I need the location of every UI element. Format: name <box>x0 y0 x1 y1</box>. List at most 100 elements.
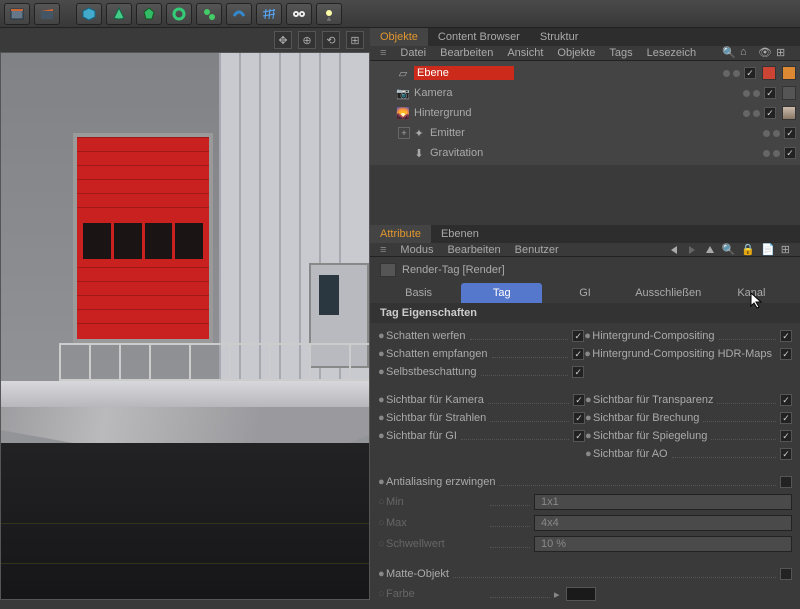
gears-icon[interactable] <box>196 3 222 25</box>
object-row-gravitation[interactable]: ⬇ Gravitation <box>370 143 800 163</box>
subtab-gi[interactable]: GI <box>544 283 625 303</box>
object-name[interactable]: Ebene <box>414 66 514 80</box>
menu-bearbeiten[interactable]: Bearbeiten <box>440 47 493 59</box>
vp-layout-icon[interactable]: ⊞ <box>346 31 364 49</box>
object-name[interactable]: Emitter <box>430 127 530 139</box>
poly-icon[interactable] <box>136 3 162 25</box>
object-name[interactable]: Kamera <box>414 87 514 99</box>
emitter-icon: ✦ <box>412 126 426 140</box>
obj-enable[interactable] <box>784 127 796 139</box>
tag-tgt[interactable] <box>782 86 796 100</box>
search-icon2[interactable]: 🔍 <box>722 243 736 256</box>
checkbox-vis-r-1[interactable] <box>780 412 792 424</box>
checkbox-shadow-2[interactable] <box>572 366 584 378</box>
light-icon[interactable] <box>316 3 342 25</box>
eye-icon[interactable]: 👁 <box>758 46 772 60</box>
checkbox-bgcomp-1[interactable] <box>780 348 792 360</box>
checkbox-shadow-0[interactable] <box>572 330 584 342</box>
cone-icon[interactable] <box>106 3 132 25</box>
menu-tags[interactable]: Tags <box>609 47 632 59</box>
obj-enable[interactable] <box>764 87 776 99</box>
checkbox-vis-l-2[interactable] <box>573 430 585 442</box>
subtab-ausschliessen[interactable]: Ausschließen <box>628 283 709 303</box>
new-icon[interactable]: 📄 <box>761 243 775 256</box>
attribute-header: Render-Tag [Render] <box>370 257 800 283</box>
object-name[interactable]: Gravitation <box>430 147 530 159</box>
nav-fwd-icon[interactable] <box>686 244 698 256</box>
checkbox-bgcomp-0[interactable] <box>780 330 792 342</box>
subtab-tag[interactable]: Tag <box>461 283 542 303</box>
eyes-icon[interactable] <box>286 3 312 25</box>
home-icon[interactable]: ⌂ <box>740 46 754 60</box>
expand-icon2[interactable]: ⊞ <box>781 243 790 256</box>
checkbox-vis-r-2[interactable] <box>780 430 792 442</box>
object-list: ▱Ebene 📷 Kamera 🌄 Hintergrund +✦ Emitter ⬇ Gravi… <box>370 61 800 165</box>
color-swatch[interactable] <box>566 587 596 601</box>
obj-enable[interactable] <box>764 107 776 119</box>
subtab-basis[interactable]: Basis <box>378 283 459 303</box>
object-row-hintergrund[interactable]: 🌄 Hintergrund <box>370 103 800 123</box>
attribute-title: Render-Tag [Render] <box>402 264 505 276</box>
menu-ansicht[interactable]: Ansicht <box>507 47 543 59</box>
checkbox-vis-r-0[interactable] <box>780 394 792 406</box>
sweep-icon[interactable] <box>226 3 252 25</box>
checkbox-shadow-1[interactable] <box>572 348 584 360</box>
vis-r-2: ●Sichtbar für Spiegelung <box>585 427 792 445</box>
input-schwellwert: 10 % <box>534 536 792 552</box>
object-row-emitter[interactable]: +✦ Emitter <box>370 123 800 143</box>
menu-lesezeichen[interactable]: Lesezeich <box>647 47 697 59</box>
lock-icon[interactable]: 🔒 <box>741 243 755 256</box>
attribute-menu: ≡ Modus Bearbeiten Benutzer 🔍 🔒 📄 ⊞ <box>370 243 800 257</box>
field-schwellwert: ○Schwellwert10 % <box>378 534 792 554</box>
obj-enable[interactable] <box>744 67 756 79</box>
input-max: 4x4 <box>534 515 792 531</box>
grav-icon: ⬇ <box>412 146 426 160</box>
prop-matte: ● Matte-Objekt <box>378 565 792 583</box>
checkbox-matte[interactable] <box>780 568 792 580</box>
field-max: ○Max4x4 <box>378 513 792 533</box>
camera-icon: 📷 <box>396 86 410 100</box>
bg-icon: 🌄 <box>396 106 410 120</box>
checkbox-vis-l-0[interactable] <box>573 394 585 406</box>
object-row-kamera[interactable]: 📷 Kamera <box>370 83 800 103</box>
menu-datei[interactable]: Datei <box>400 47 426 59</box>
cube-icon[interactable] <box>76 3 102 25</box>
tag-o[interactable] <box>782 66 796 80</box>
search-icon[interactable]: 🔍 <box>722 46 736 60</box>
vp-rotate-icon[interactable]: ⟲ <box>322 31 340 49</box>
tab-attribute[interactable]: Attribute <box>370 225 431 243</box>
clapper-icon[interactable] <box>34 3 60 25</box>
vp-move-icon[interactable]: ✥ <box>274 31 292 49</box>
viewport-toolbar: ✥ ⊕ ⟲ ⊞ <box>0 28 370 52</box>
attribute-manager-tabs: Attribute Ebenen <box>370 225 800 243</box>
tab-objekte[interactable]: Objekte <box>370 28 428 46</box>
grid-icon[interactable] <box>256 3 282 25</box>
vp-zoom-icon[interactable]: ⊕ <box>298 31 316 49</box>
menu-bearbeiten2[interactable]: Bearbeiten <box>447 244 500 256</box>
tree-expand[interactable]: + <box>398 127 410 139</box>
checkbox-antialiasing[interactable] <box>780 476 792 488</box>
checkbox-vis-r-3[interactable] <box>780 448 792 460</box>
menu-objekte[interactable]: Objekte <box>557 47 595 59</box>
tab-ebenen[interactable]: Ebenen <box>431 225 489 243</box>
tag-r[interactable] <box>762 66 776 80</box>
torus-icon[interactable] <box>166 3 192 25</box>
object-manager-tabs: Objekte Content Browser Struktur <box>370 28 800 46</box>
tag-tex[interactable] <box>782 106 796 120</box>
checkbox-vis-l-1[interactable] <box>573 412 585 424</box>
bgcomp-0: ●Hintergrund-Compositing <box>584 327 792 345</box>
nav-back-icon[interactable] <box>668 244 680 256</box>
tab-struktur[interactable]: Struktur <box>530 28 589 46</box>
viewport[interactable] <box>0 52 370 600</box>
obj-enable[interactable] <box>784 147 796 159</box>
object-name[interactable]: Hintergrund <box>414 107 514 119</box>
nav-up-icon[interactable] <box>704 244 716 256</box>
film-icon[interactable] <box>4 3 30 25</box>
tab-content-browser[interactable]: Content Browser <box>428 28 530 46</box>
subtab-kanal[interactable]: Kanal <box>711 283 792 303</box>
menu-modus[interactable]: Modus <box>400 244 433 256</box>
menu-benutzer[interactable]: Benutzer <box>515 244 559 256</box>
prop-antialiasing: ● Antialiasing erzwingen <box>378 473 792 491</box>
expand-icon[interactable]: ⊞ <box>776 46 790 60</box>
object-row-ebene[interactable]: ▱Ebene <box>370 63 800 83</box>
